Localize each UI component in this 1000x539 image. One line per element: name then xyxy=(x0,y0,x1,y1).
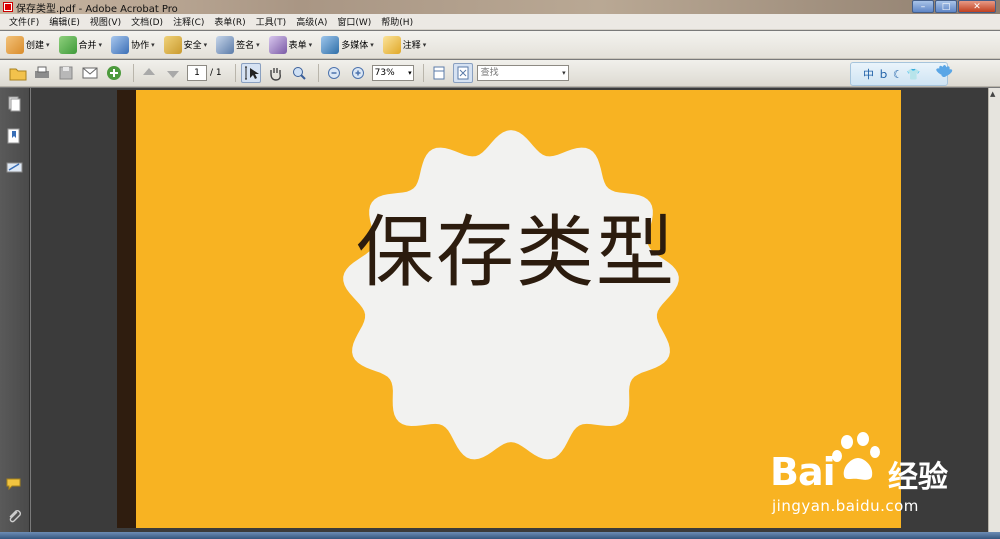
email-icon[interactable] xyxy=(80,63,100,83)
combine-icon xyxy=(58,35,77,54)
close-button[interactable]: ✕ xyxy=(958,0,996,13)
page-left-strip xyxy=(117,90,136,528)
fit-page-icon[interactable] xyxy=(452,63,473,83)
form-icon xyxy=(268,35,287,54)
ime-toolbar[interactable]: 中 ｂ ☾ 👕 xyxy=(850,62,953,86)
document-heading: 保存类型 xyxy=(355,208,676,298)
title-bar: 保存类型.pdf - Adobe Acrobat Pro – □ ✕ xyxy=(0,0,1000,15)
zoom-out-icon[interactable] xyxy=(324,63,344,83)
create-label: 创建 xyxy=(26,41,45,51)
chevron-down-icon: ▾ xyxy=(46,40,50,49)
baidu-paw-logo xyxy=(832,432,880,480)
watermark-url: jingyan.baidu.com xyxy=(772,497,919,515)
pages-panel-icon[interactable] xyxy=(6,96,22,112)
menu-bar: 文件(F) 编辑(E) 视图(V) 文档(D) 注释(C) 表单(R) 工具(T… xyxy=(0,14,1000,30)
previous-page-icon[interactable] xyxy=(139,63,159,83)
lock-icon xyxy=(163,35,182,54)
chevron-down-icon: ▾ xyxy=(308,40,313,49)
combine-button[interactable]: 合并 ▾ xyxy=(58,35,103,54)
hand-tool-icon[interactable] xyxy=(265,63,285,83)
open-folder-icon[interactable] xyxy=(8,63,28,83)
bookmarks-panel-icon[interactable] xyxy=(6,128,22,144)
shirt-icon[interactable]: 👕 xyxy=(907,68,921,81)
secure-label: 安全 xyxy=(183,41,202,51)
multimedia-icon xyxy=(321,35,340,54)
zoom-level-select[interactable]: 73% ▾ xyxy=(371,65,414,81)
menu-window[interactable]: 窗口(W) xyxy=(332,15,376,28)
attachments-paperclip-icon[interactable] xyxy=(6,508,22,524)
toolbar-separator xyxy=(317,64,319,82)
tasks-toolbar: 创建 ▾ 合并 ▾ 协作 ▾ 安全 ▾ 签名 ▾ 表单 ▾ 多媒体 ▾ 注释 ▾ xyxy=(0,31,1000,59)
sign-label: 签名 xyxy=(236,41,255,51)
signatures-panel-icon[interactable] xyxy=(6,160,23,176)
lotus-icon xyxy=(933,63,953,85)
comments-panel-icon[interactable] xyxy=(6,476,22,492)
fit-width-icon[interactable] xyxy=(429,63,449,83)
chevron-down-icon: ▾ xyxy=(151,40,155,49)
windows-taskbar xyxy=(0,532,1000,539)
page-number-input[interactable]: 1 xyxy=(187,65,207,81)
jingyan-brand-text: 经验 xyxy=(888,460,948,495)
pen-icon xyxy=(216,35,235,54)
zoom-tool-icon[interactable] xyxy=(289,63,309,83)
menu-edit[interactable]: 编辑(E) xyxy=(44,15,85,28)
menu-tools[interactable]: 工具(T) xyxy=(251,15,292,28)
web-share-icon[interactable] xyxy=(104,63,124,83)
select-tool-icon[interactable] xyxy=(240,63,261,83)
combine-label: 合并 xyxy=(78,41,97,51)
menu-file[interactable]: 文件(F) xyxy=(4,15,44,28)
create-icon xyxy=(6,35,24,54)
comment-label: 注释 xyxy=(402,41,421,51)
ime-language[interactable]: 中 xyxy=(863,66,874,82)
chevron-down-icon: ▾ xyxy=(203,40,208,49)
create-button[interactable]: 创建 ▾ xyxy=(6,35,50,54)
menu-document[interactable]: 文档(D) xyxy=(126,15,168,28)
zoom-level-value: 73% xyxy=(374,68,395,78)
baidu-jingyan-watermark: Bai 经验 jingyan.baidu.com xyxy=(770,430,970,520)
collaborate-button[interactable]: 协作 ▾ xyxy=(111,35,155,54)
multimedia-button[interactable]: 多媒体 ▾ xyxy=(321,35,374,54)
zoom-in-icon[interactable] xyxy=(348,63,368,83)
menu-forms[interactable]: 表单(R) xyxy=(209,15,250,28)
chevron-down-icon: ▾ xyxy=(562,69,566,77)
print-icon[interactable] xyxy=(32,63,52,83)
find-input[interactable]: 查找 ▾ xyxy=(476,65,569,81)
secure-button[interactable]: 安全 ▾ xyxy=(163,35,208,54)
forms-button[interactable]: 表单 ▾ xyxy=(268,35,313,54)
punctuation-icon[interactable]: ｂ xyxy=(878,66,889,82)
toolbar-separator xyxy=(133,64,134,82)
acrobat-app-icon xyxy=(3,2,13,12)
menu-help[interactable]: 帮助(H) xyxy=(376,15,418,28)
navigation-pane xyxy=(0,88,30,539)
menu-comments[interactable]: 注释(C) xyxy=(168,15,209,28)
toolbar-separator xyxy=(234,64,236,82)
chevron-down-icon: ▾ xyxy=(408,69,412,77)
find-placeholder: 查找 xyxy=(480,68,499,78)
save-icon[interactable] xyxy=(56,63,76,83)
moon-icon[interactable]: ☾ xyxy=(893,68,903,81)
chevron-down-icon: ▾ xyxy=(422,40,427,49)
baidu-brand-text: Bai xyxy=(770,450,836,494)
multimedia-label: 多媒体 xyxy=(341,41,369,51)
page-total: / 1 xyxy=(210,68,222,78)
chevron-down-icon: ▾ xyxy=(256,40,260,49)
window-title: 保存类型.pdf - Adobe Acrobat Pro xyxy=(16,3,178,15)
chevron-down-icon: ▾ xyxy=(98,40,103,49)
window-controls: – □ ✕ xyxy=(912,0,996,13)
collaborate-icon xyxy=(111,35,130,54)
toolbar-separator xyxy=(422,64,424,82)
chevron-down-icon: ▾ xyxy=(370,40,374,49)
minimize-button[interactable]: – xyxy=(912,0,934,13)
forms-label: 表单 xyxy=(288,41,307,51)
maximize-button[interactable]: □ xyxy=(935,0,957,13)
comment-icon xyxy=(382,35,401,54)
collaborate-label: 协作 xyxy=(131,41,150,51)
comment-button[interactable]: 注释 ▾ xyxy=(382,35,427,54)
next-page-icon[interactable] xyxy=(163,63,183,83)
sign-button[interactable]: 签名 ▾ xyxy=(216,35,260,54)
menu-view[interactable]: 视图(V) xyxy=(85,15,126,28)
menu-advanced[interactable]: 高级(A) xyxy=(291,15,332,28)
vertical-scrollbar[interactable]: ▲ xyxy=(988,88,1000,539)
scroll-up-icon[interactable]: ▲ xyxy=(990,90,995,98)
